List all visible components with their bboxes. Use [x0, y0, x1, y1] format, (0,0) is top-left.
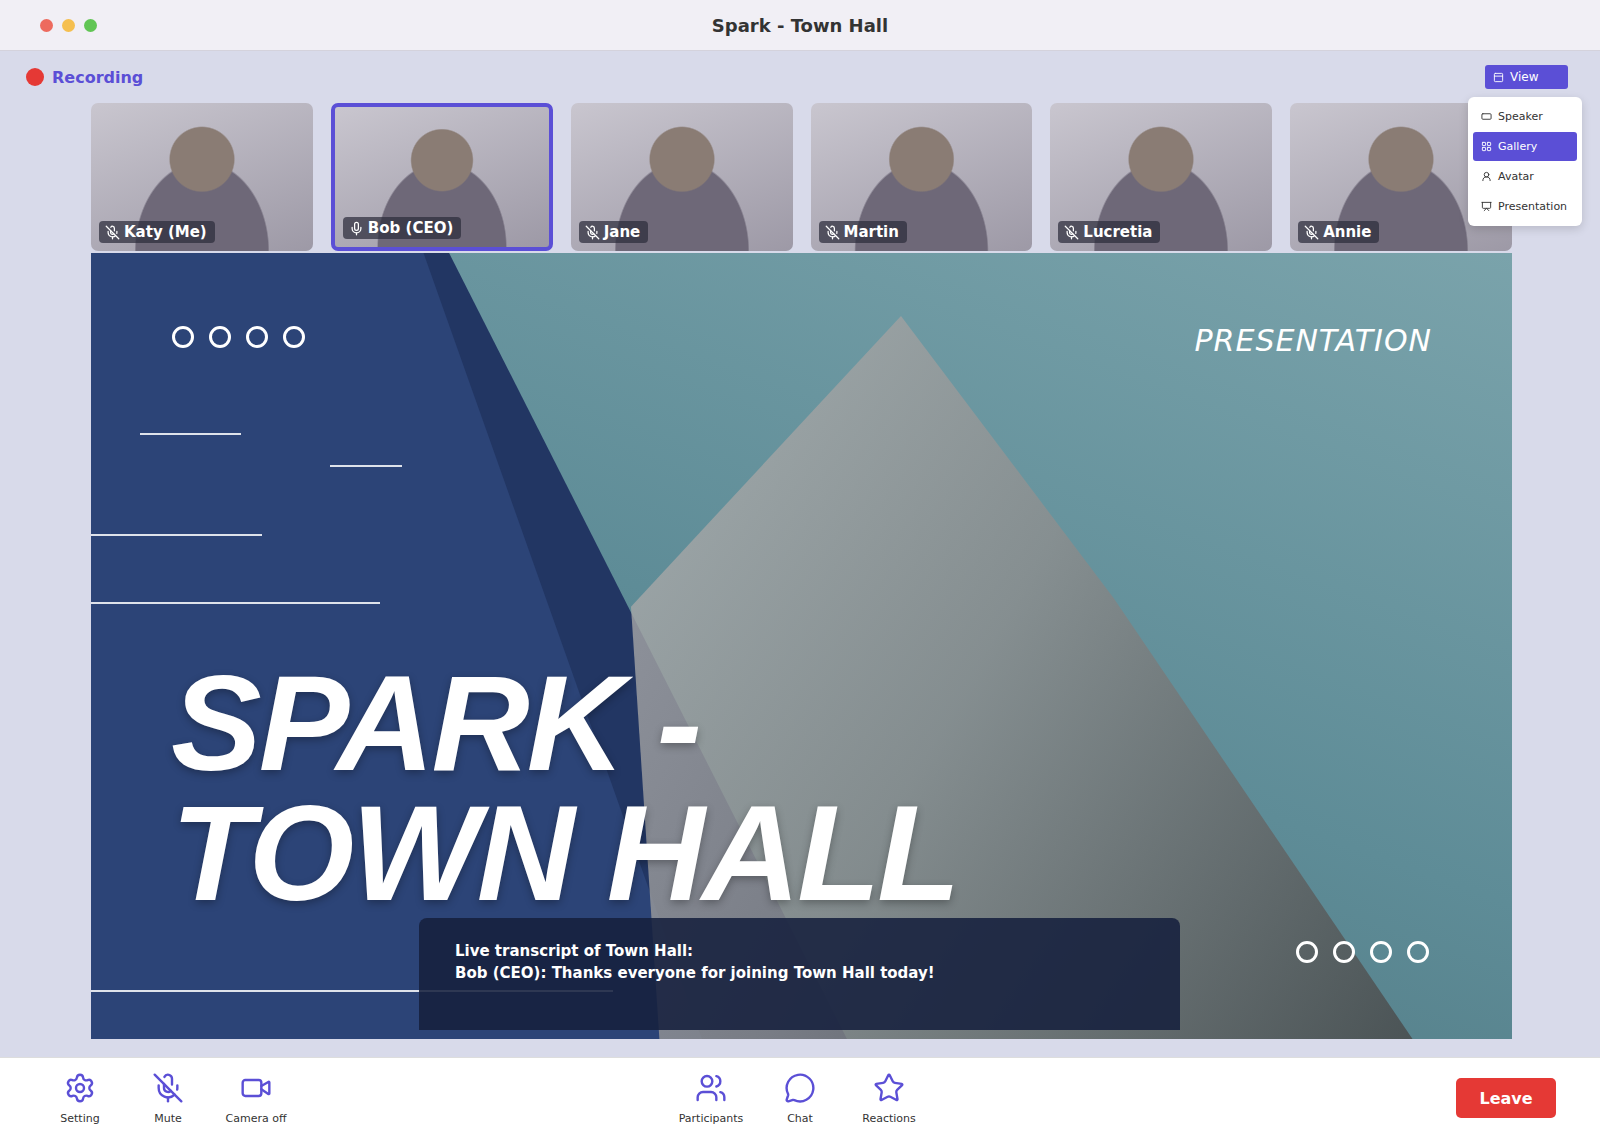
view-icon	[1493, 72, 1504, 83]
toolbar-button-icon	[784, 1072, 816, 1104]
slide-line	[91, 534, 262, 536]
participant-name: Annie	[1298, 221, 1379, 243]
slide-circle	[1333, 941, 1355, 963]
close-button[interactable]	[40, 19, 53, 32]
slide-line	[140, 433, 241, 435]
toolbar-left: Setting Mute Camera off	[0, 1072, 671, 1125]
title-bar: Spark - Town Hall	[0, 0, 1600, 51]
minimize-button[interactable]	[62, 19, 75, 32]
tool-label: Setting	[60, 1112, 99, 1125]
meeting-toolbar: Setting Mute Camera off Participants Chat Rea…	[0, 1057, 1600, 1138]
participant-strip: Katy (Me) Bob (CEO) Jane Martin Lucretia Anni…	[91, 103, 1512, 251]
participant-tile[interactable]: Katy (Me)	[91, 103, 313, 251]
window-controls	[40, 19, 97, 32]
zoom-button[interactable]	[84, 19, 97, 32]
mic-off-icon	[825, 225, 840, 240]
live-transcript: Live transcript of Town Hall: Bob (CEO): …	[419, 918, 1180, 1030]
slide-tag: PRESENTATION	[1195, 323, 1432, 358]
view-menu-item[interactable]: Presentation	[1473, 192, 1577, 221]
mic-off-icon	[585, 225, 600, 240]
toolbar-button[interactable]: Setting	[40, 1072, 120, 1125]
participant-tile[interactable]: Lucretia	[1050, 103, 1272, 251]
toolbar-button-icon	[152, 1072, 184, 1104]
participant-name: Lucretia	[1058, 221, 1160, 243]
participant-name: Jane	[579, 221, 649, 243]
slide-line	[91, 602, 380, 604]
mic-icon	[349, 221, 364, 236]
slide-line	[330, 465, 402, 467]
tool-label: Reactions	[862, 1112, 916, 1125]
toolbar-button[interactable]: Mute	[128, 1072, 208, 1125]
view-button[interactable]: View	[1485, 65, 1568, 89]
toolbar-button[interactable]: Chat	[760, 1072, 840, 1125]
transcript-heading: Live transcript of Town Hall:	[455, 942, 1144, 960]
participant-name: Katy (Me)	[99, 221, 215, 243]
tool-label: Chat	[787, 1112, 813, 1125]
view-menu: SpeakerGalleryAvatarPresentation	[1468, 97, 1582, 226]
meeting-window: Spark - Town Hall Recording View SpeakerGal…	[0, 0, 1600, 1138]
toolbar-center: Participants Chat Reactions	[671, 1072, 929, 1125]
view-option-icon	[1481, 201, 1492, 212]
slide-circle	[283, 326, 305, 348]
view-option-icon	[1481, 171, 1492, 182]
shared-presentation: PRESENTATIONSPARK -TOWN HALLLive transcr…	[91, 253, 1512, 1039]
slide-circle	[1407, 941, 1429, 963]
slide-circle	[209, 326, 231, 348]
toolbar-button-icon	[873, 1072, 905, 1104]
tool-label: Participants	[679, 1112, 744, 1125]
view-option-icon	[1481, 111, 1492, 122]
participant-name: Bob (CEO)	[343, 217, 461, 239]
meeting-area: Recording View SpeakerGalleryAvatarPresent…	[0, 51, 1600, 1057]
recording-indicator: Recording	[26, 68, 143, 87]
mic-off-icon	[1304, 225, 1319, 240]
participant-tile[interactable]: Bob (CEO)	[331, 103, 553, 251]
view-menu-item[interactable]: Speaker	[1473, 102, 1577, 131]
leave-button[interactable]: Leave	[1456, 1078, 1556, 1118]
toolbar-right: Leave	[929, 1078, 1600, 1118]
participant-tile[interactable]: Martin	[811, 103, 1033, 251]
toolbar-button-icon	[240, 1072, 272, 1104]
slide-circles	[172, 326, 305, 348]
participant-tile[interactable]: Jane	[571, 103, 793, 251]
tool-label: Camera off	[226, 1112, 287, 1125]
mic-off-icon	[105, 225, 120, 240]
view-menu-item[interactable]: Gallery	[1473, 132, 1577, 161]
view-option-icon	[1481, 141, 1492, 152]
view-menu-item[interactable]: Avatar	[1473, 162, 1577, 191]
window-title: Spark - Town Hall	[0, 15, 1600, 36]
participant-name: Martin	[819, 221, 907, 243]
slide-circle	[1370, 941, 1392, 963]
toolbar-button[interactable]: Participants	[671, 1072, 751, 1125]
slide-title: SPARK -TOWN HALL	[171, 658, 957, 918]
recording-dot	[26, 68, 44, 86]
slide-title-line: SPARK -	[171, 658, 957, 788]
slide-circle	[1296, 941, 1318, 963]
slide-title-line: TOWN HALL	[171, 788, 957, 918]
tool-label: Mute	[154, 1112, 182, 1125]
slide-circles	[1296, 941, 1429, 963]
toolbar-button[interactable]: Reactions	[849, 1072, 929, 1125]
transcript-line: Bob (CEO): Thanks everyone for joining T…	[455, 964, 1144, 982]
toolbar-button-icon	[64, 1072, 96, 1104]
slide-circle	[172, 326, 194, 348]
meeting-header: Recording View	[0, 51, 1600, 103]
mic-off-icon	[1064, 225, 1079, 240]
toolbar-button[interactable]: Camera off	[216, 1072, 296, 1125]
toolbar-button-icon	[695, 1072, 727, 1104]
slide-circle	[246, 326, 268, 348]
